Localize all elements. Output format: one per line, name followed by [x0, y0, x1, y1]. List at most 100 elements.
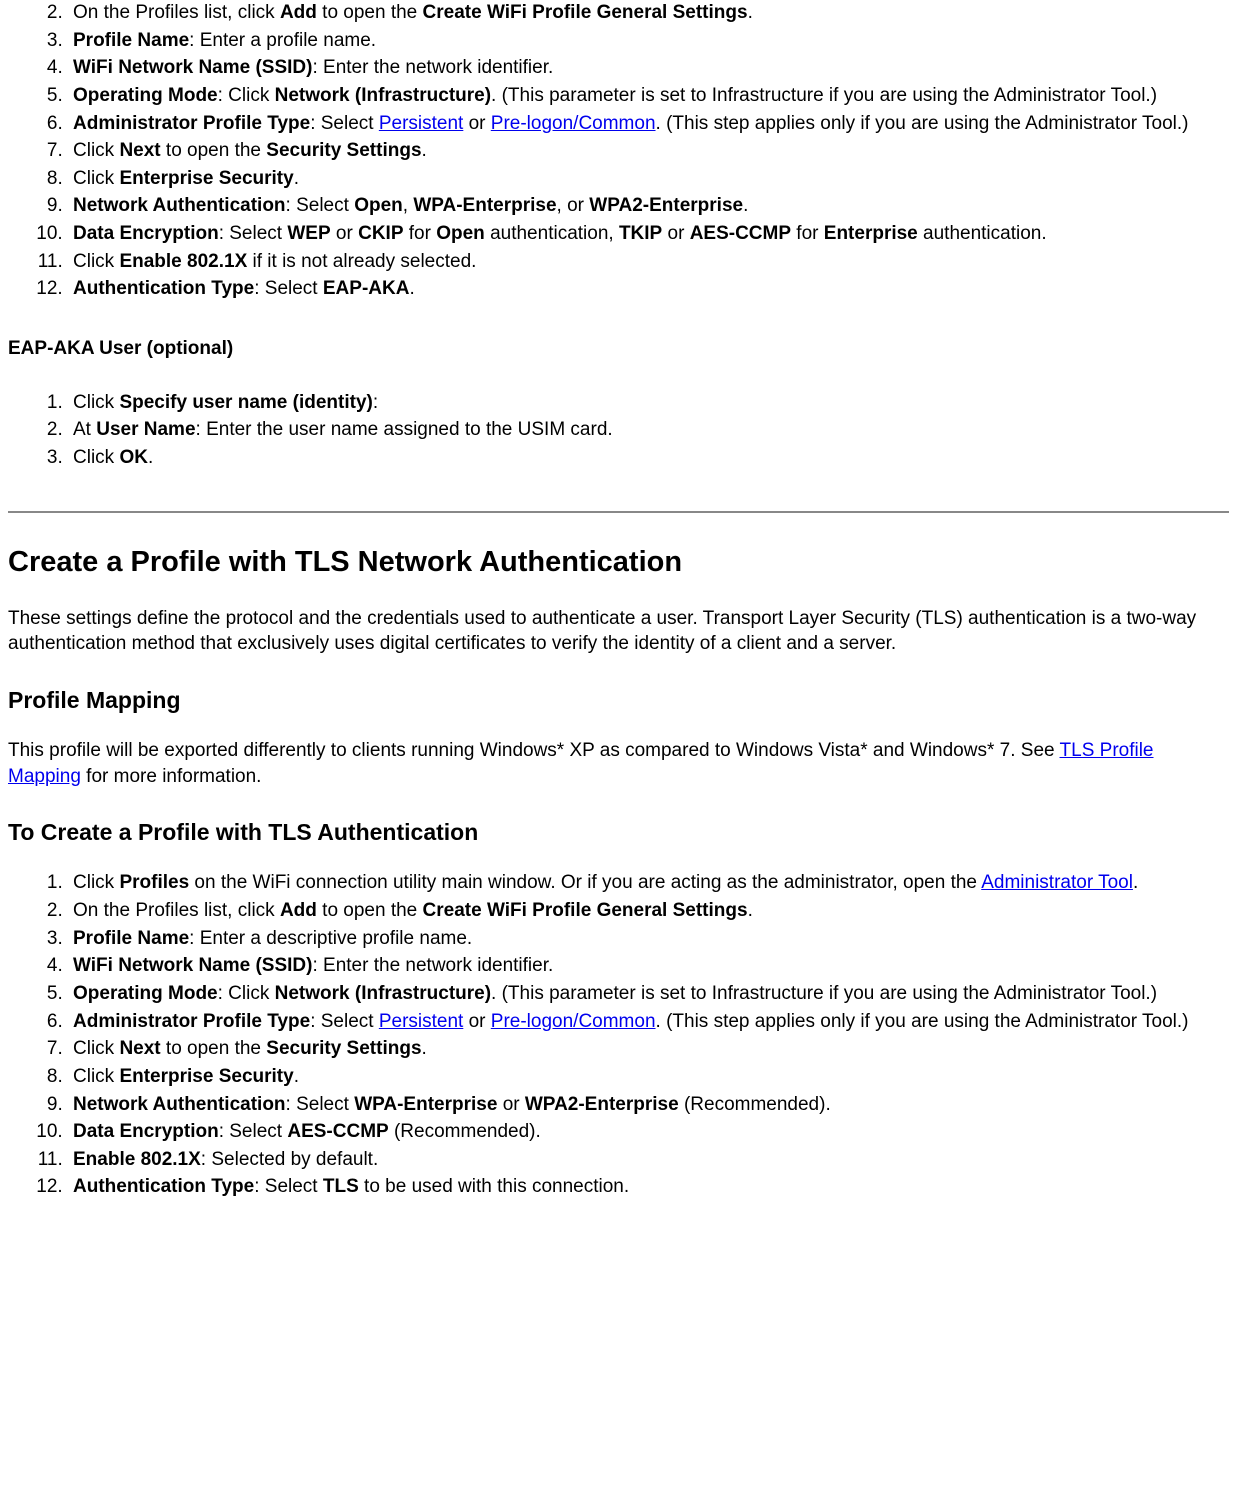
tls-create-heading: To Create a Profile with TLS Authenticat… [8, 817, 1229, 848]
bold-text: Network Authentication [73, 1094, 286, 1115]
list-item: At User Name: Enter the user name assign… [68, 417, 1229, 443]
bold-text: Next [119, 1038, 160, 1059]
text: . [148, 447, 153, 468]
bold-text: Open [354, 195, 403, 216]
text: . [294, 168, 299, 189]
text: authentication. [918, 223, 1047, 244]
text: On the Profiles list, click [73, 2, 280, 23]
text: to open the [317, 2, 423, 23]
text: : Select [254, 1176, 323, 1197]
text: or [662, 223, 689, 244]
text: for [791, 223, 824, 244]
text: Click [73, 140, 119, 161]
list-item: Authentication Type: Select EAP-AKA. [68, 276, 1229, 302]
list-item: Click Specify user name (identity): [68, 390, 1229, 416]
bold-text: TKIP [619, 223, 662, 244]
text: : Enter a profile name. [189, 30, 376, 51]
bold-text: Network Authentication [73, 195, 286, 216]
inline-link[interactable]: Persistent [379, 113, 463, 134]
bold-text: WEP [287, 223, 330, 244]
bold-text: AES-CCMP [287, 1121, 388, 1142]
tls-heading: Create a Profile with TLS Network Authen… [8, 543, 1229, 582]
text: , or [557, 195, 590, 216]
bold-text: Network (Infrastructure) [275, 85, 491, 106]
bold-text: WPA2-Enterprise [525, 1094, 679, 1115]
list-item: Click OK. [68, 445, 1229, 471]
bold-text: Create WiFi Profile General Settings [423, 2, 748, 23]
text: Click [73, 1038, 119, 1059]
text: . [422, 1038, 427, 1059]
text: . [1133, 872, 1138, 893]
text: or [497, 1094, 524, 1115]
text: or [463, 113, 490, 134]
bold-text: WPA-Enterprise [413, 195, 556, 216]
tls-steps-list: Click Profiles on the WiFi connection ut… [8, 870, 1229, 1200]
bold-text: AES-CCMP [690, 223, 791, 244]
text: to open the [161, 140, 267, 161]
list-item: Administrator Profile Type: Select Persi… [68, 1009, 1229, 1035]
text: or [331, 223, 358, 244]
list-item: On the Profiles list, click Add to open … [68, 0, 1229, 26]
text: Click [73, 168, 119, 189]
aka-steps-list: On the Profiles list, click Add to open … [8, 0, 1229, 302]
bold-text: Next [119, 140, 160, 161]
list-item: Enable 802.1X: Selected by default. [68, 1147, 1229, 1173]
bold-text: Profile Name [73, 30, 189, 51]
text: . (This step applies only if you are usi… [656, 113, 1189, 134]
bold-text: Network (Infrastructure) [275, 983, 491, 1004]
list-item: Click Enable 802.1X if it is not already… [68, 249, 1229, 275]
bold-text: Enable 802.1X [119, 251, 247, 272]
tls-intro: These settings define the protocol and t… [8, 606, 1229, 657]
bold-text: Profiles [119, 872, 189, 893]
inline-link[interactable]: Administrator Tool [981, 872, 1133, 893]
inline-link[interactable]: Pre-logon/Common [491, 113, 656, 134]
text: On the Profiles list, click [73, 900, 280, 921]
text: . [748, 2, 753, 23]
bold-text: Enterprise Security [119, 168, 293, 189]
list-item: Data Encryption: Select WEP or CKIP for … [68, 221, 1229, 247]
bold-text: Data Encryption [73, 1121, 219, 1142]
bold-text: Administrator Profile Type [73, 113, 310, 134]
text: : Select [310, 113, 379, 134]
text: . (This parameter is set to Infrastructu… [491, 983, 1157, 1004]
mapping-text-1: This profile will be exported differentl… [8, 740, 1060, 761]
list-item: Click Enterprise Security. [68, 1064, 1229, 1090]
text: Click [73, 872, 119, 893]
bold-text: Specify user name (identity) [119, 392, 372, 413]
aka-user-heading: EAP-AKA User (optional) [8, 336, 1229, 362]
bold-text: Administrator Profile Type [73, 1011, 310, 1032]
text: . [743, 195, 748, 216]
bold-text: Operating Mode [73, 85, 218, 106]
list-item: Click Profiles on the WiFi connection ut… [68, 870, 1229, 896]
text: : Select [286, 195, 355, 216]
bold-text: Authentication Type [73, 278, 254, 299]
bold-text: Open [436, 223, 485, 244]
inline-link[interactable]: Persistent [379, 1011, 463, 1032]
text: : Enter the network identifier. [312, 955, 553, 976]
text: Click [73, 251, 119, 272]
text: if it is not already selected. [247, 251, 476, 272]
bold-text: WiFi Network Name (SSID) [73, 57, 312, 78]
text: to open the [317, 900, 423, 921]
text: . (This parameter is set to Infrastructu… [491, 85, 1157, 106]
text: : Selected by default. [201, 1149, 378, 1170]
bold-text: EAP-AKA [323, 278, 410, 299]
inline-link[interactable]: Pre-logon/Common [491, 1011, 656, 1032]
text: . (This step applies only if you are usi… [656, 1011, 1189, 1032]
bold-text: WiFi Network Name (SSID) [73, 955, 312, 976]
bold-text: Authentication Type [73, 1176, 254, 1197]
text: (Recommended). [389, 1121, 541, 1142]
text: : Select [286, 1094, 355, 1115]
aka-user-steps-list: Click Specify user name (identity):At Us… [8, 390, 1229, 471]
bold-text: User Name [96, 419, 195, 440]
bold-text: WPA2-Enterprise [589, 195, 743, 216]
bold-text: Add [280, 900, 317, 921]
bold-text: WPA-Enterprise [354, 1094, 497, 1115]
bold-text: Profile Name [73, 928, 189, 949]
bold-text: OK [119, 447, 148, 468]
list-item: Administrator Profile Type: Select Persi… [68, 111, 1229, 137]
text: authentication, [485, 223, 619, 244]
list-item: On the Profiles list, click Add to open … [68, 898, 1229, 924]
text: : Select [254, 278, 323, 299]
bold-text: TLS [323, 1176, 359, 1197]
